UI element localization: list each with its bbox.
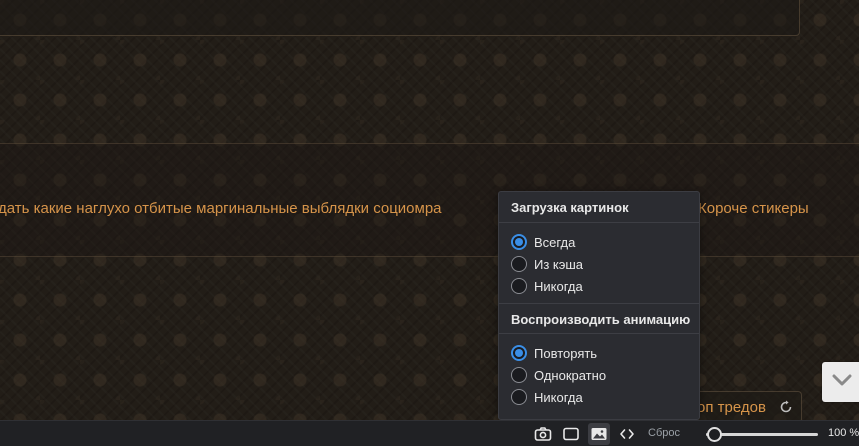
option-label: Никогда: [534, 389, 583, 405]
top-threads-button[interactable]: оп тредов: [690, 391, 802, 423]
option-label: Повторять: [534, 345, 598, 361]
animation-options: Повторять Однократно Никогда: [499, 334, 699, 414]
radio-unchecked-icon[interactable]: [511, 278, 527, 294]
previous-post-box: [0, 0, 800, 36]
post-text-continued: Короче стикеры: [698, 200, 809, 217]
option-label: Из кэша: [534, 256, 584, 272]
refresh-icon[interactable]: [779, 400, 793, 414]
scroll-down-button[interactable]: [822, 362, 859, 402]
camera-icon[interactable]: [534, 425, 552, 443]
image-loading-option-always[interactable]: Всегда: [499, 231, 699, 253]
option-label: Однократно: [534, 367, 607, 383]
zoom-level: 100 %: [828, 427, 859, 439]
animation-option-repeat[interactable]: Повторять: [499, 342, 699, 364]
radio-unchecked-icon[interactable]: [511, 367, 527, 383]
radio-unchecked-icon[interactable]: [511, 389, 527, 405]
image-loading-title: Загрузка картинок: [499, 192, 699, 223]
code-icon[interactable]: [618, 425, 636, 443]
option-label: Всегда: [534, 234, 576, 250]
zoom-reset-button[interactable]: Сброс: [648, 427, 680, 439]
post-text: дать какие наглухо отбитые маргинальные …: [0, 200, 442, 217]
image-loading-option-never[interactable]: Никогда: [499, 275, 699, 297]
zoom-slider-thumb[interactable]: [707, 427, 722, 442]
radio-unchecked-icon[interactable]: [511, 256, 527, 272]
radio-checked-icon[interactable]: [511, 234, 527, 250]
window-icon[interactable]: [562, 425, 580, 443]
image-icon[interactable]: [588, 423, 610, 445]
animation-option-never[interactable]: Никогда: [499, 386, 699, 408]
animation-title: Воспроизводить анимацию: [499, 303, 699, 334]
chevron-down-icon: [832, 373, 852, 391]
image-settings-popup: Загрузка картинок Всегда Из кэша Никогда…: [498, 191, 700, 420]
image-loading-options: Всегда Из кэша Никогда: [499, 223, 699, 303]
animation-option-once[interactable]: Однократно: [499, 364, 699, 386]
zoom-slider[interactable]: [706, 427, 818, 442]
radio-checked-icon[interactable]: [511, 345, 527, 361]
option-label: Никогда: [534, 278, 583, 294]
top-threads-label: оп тредов: [697, 398, 766, 416]
image-loading-option-cache[interactable]: Из кэша: [499, 253, 699, 275]
bottom-toolbar: Сброс 100 %: [0, 420, 859, 446]
